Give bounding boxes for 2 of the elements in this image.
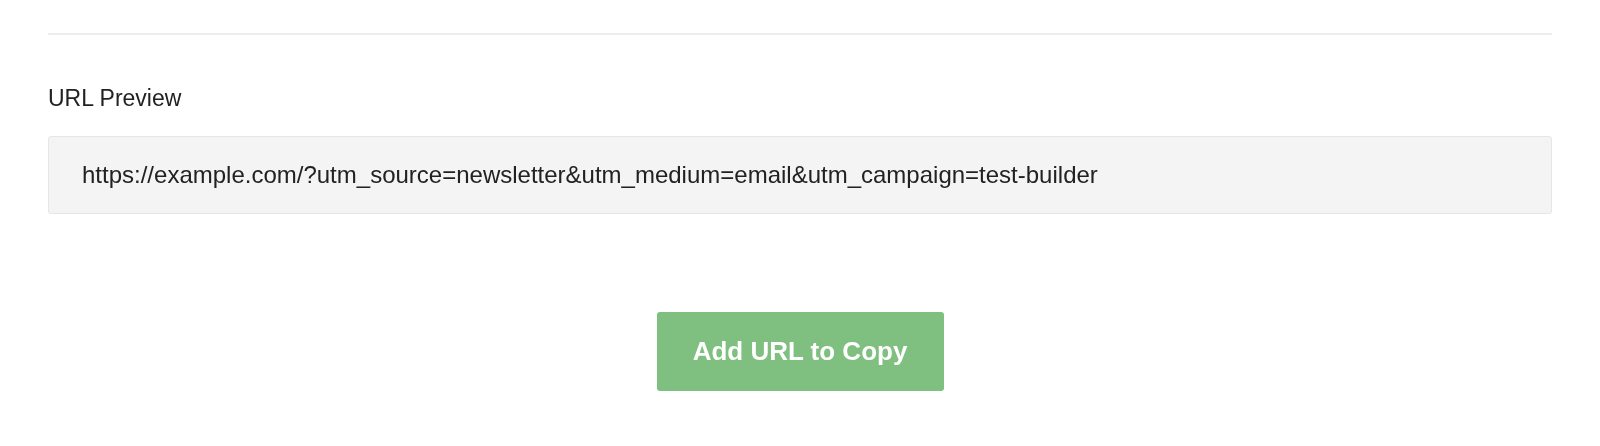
field-label: URL Preview [48, 84, 182, 113]
url-preview-field[interactable]: https://example.com/?utm_source=newsletter&utm_medium=email&utm_campaign=test-builder [48, 136, 1552, 214]
